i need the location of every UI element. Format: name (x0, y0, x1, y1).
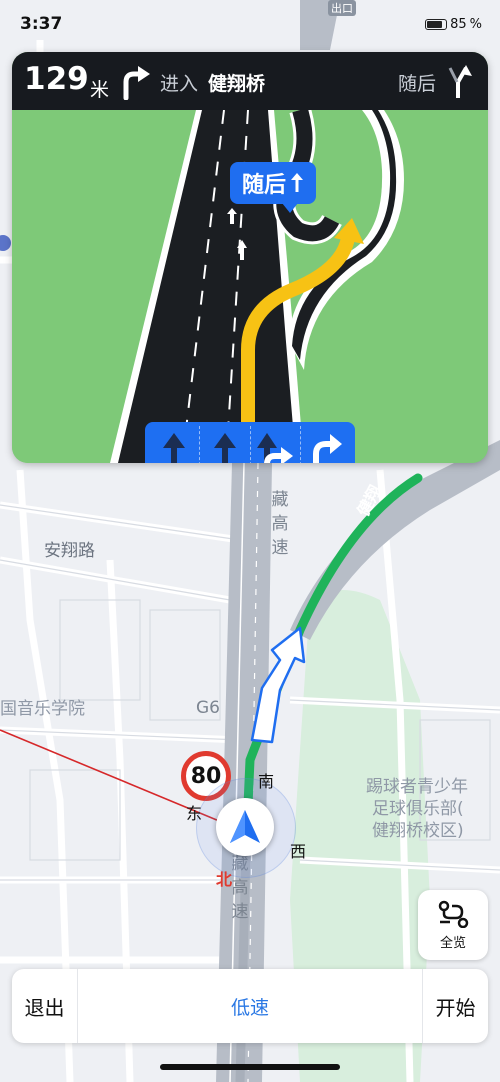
next-maneuver-label: 随后 (397, 73, 436, 95)
battery-level: 85 (450, 17, 467, 32)
distance-value: 129 (24, 61, 89, 97)
navigation-control-bar: 退出 低速 开始 (12, 969, 488, 1043)
map-label-football-club-3: 健翔桥校区) (372, 821, 464, 841)
action-label: 进入 (160, 73, 199, 95)
lane-2 (198, 426, 250, 463)
speed-mode-label[interactable]: 低速 (78, 969, 422, 1043)
map-label-zang-highway-top: 藏高速 (271, 490, 289, 558)
slight-left-icon (448, 65, 472, 98)
guidance-header: 129 米 进入 健翔桥 随后 (12, 52, 488, 110)
junction-guide-card[interactable]: 129 米 进入 健翔桥 随后 随后 (12, 52, 488, 463)
lane-1 (149, 426, 199, 463)
compass-east: 东 (186, 804, 203, 823)
compass-south: 南 (258, 772, 275, 791)
battery-icon (425, 19, 448, 30)
home-indicator[interactable] (160, 1064, 340, 1070)
start-button[interactable]: 开始 (422, 969, 488, 1043)
battery-indicator: 85% (425, 17, 482, 32)
map-label-exit: 出口 (328, 0, 356, 16)
road-name: 健翔桥 (208, 73, 266, 95)
straight-arrow-icon (213, 433, 236, 463)
map-label-g6: G6 (196, 698, 220, 718)
turn-right-icon (123, 66, 150, 100)
arrow-up-icon (291, 173, 304, 192)
lane-guidance (145, 422, 355, 463)
lane-4 (300, 426, 351, 463)
status-bar: 3:37 85% (0, 0, 500, 50)
next-maneuver-callout: 随后 (230, 162, 317, 213)
vehicle-position-marker (216, 798, 274, 856)
distance-unit: 米 (90, 79, 110, 101)
callout-label: 随后 (242, 173, 287, 198)
route-overview-icon (438, 900, 469, 928)
overview-button[interactable]: 全览 (418, 890, 488, 960)
straight-right-arrow-icon (257, 433, 294, 463)
overview-label: 全览 (439, 935, 466, 951)
lane-3 (249, 426, 301, 463)
compass-north: 北 (216, 870, 233, 889)
navigation-arrow-icon (230, 810, 260, 843)
straight-arrow-icon (162, 433, 185, 463)
exit-button[interactable]: 退出 (12, 969, 78, 1043)
map-label-anxiang-road: 安翔路 (44, 541, 95, 561)
compass-west: 西 (290, 842, 307, 861)
status-time: 3:37 (20, 14, 63, 34)
map-label-music-college: 国音乐学院 (0, 699, 85, 719)
right-turn-arrow-icon (313, 434, 343, 463)
